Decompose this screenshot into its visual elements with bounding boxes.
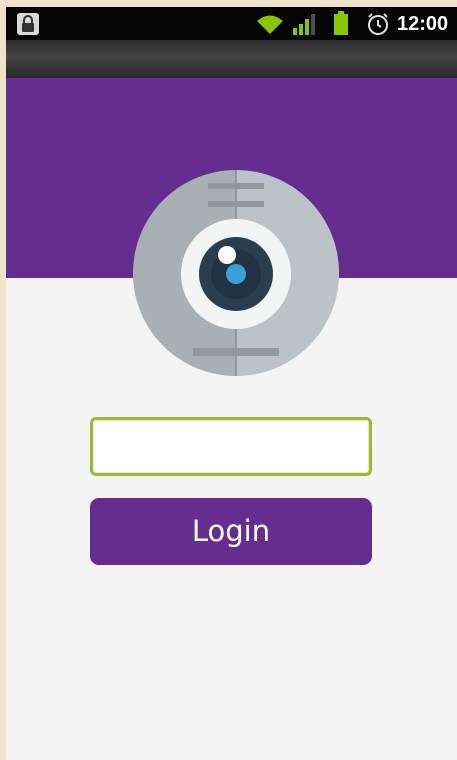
username-input[interactable] — [90, 417, 372, 476]
status-clock: 12:00 — [397, 13, 449, 35]
alarm-icon — [368, 13, 388, 35]
battery-icon — [334, 11, 348, 35]
status-bar: 12:00 — [6, 7, 457, 40]
wifi-icon — [257, 15, 283, 34]
camera-icon — [133, 170, 339, 376]
phone-screen: 12:00 Login — [6, 7, 457, 760]
lock-icon — [17, 13, 39, 35]
signal-icon — [293, 14, 315, 35]
app-title-bar — [6, 40, 457, 78]
login-button[interactable]: Login — [90, 498, 372, 565]
